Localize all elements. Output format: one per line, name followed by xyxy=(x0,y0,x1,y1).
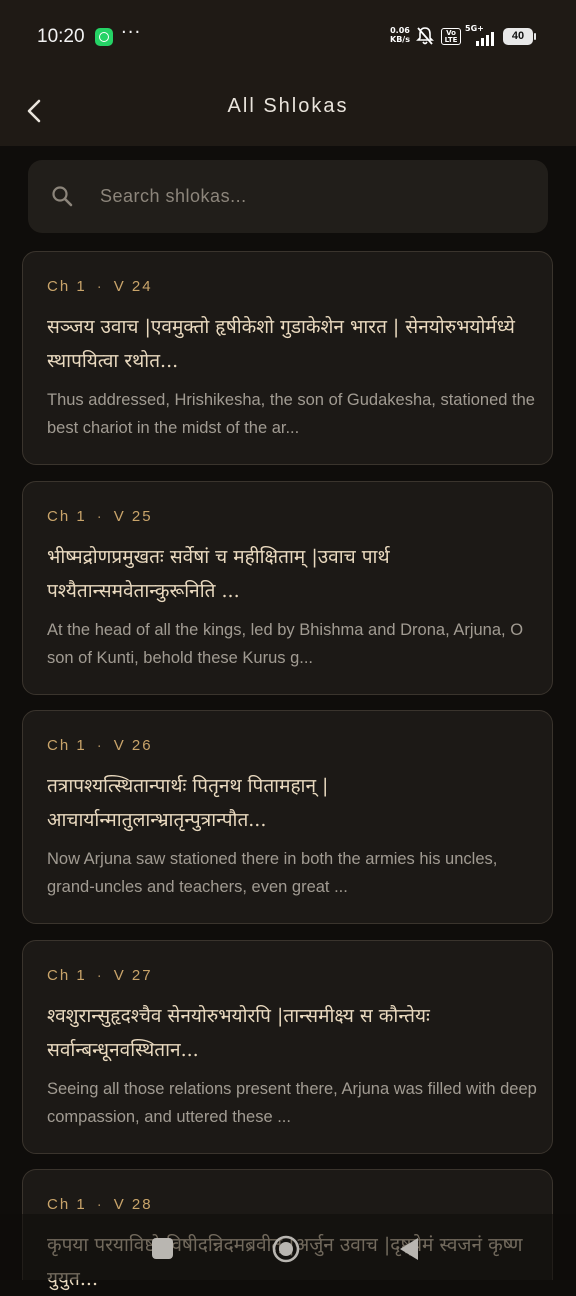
more-notifications-icon: ··· xyxy=(121,22,142,43)
chapter-label: Ch 1 xyxy=(47,737,87,754)
search-bar[interactable] xyxy=(28,160,548,233)
shloka-translation: Thus addressed, Hrishikesha, the son of … xyxy=(47,391,535,437)
home-circle-icon[interactable] xyxy=(271,1234,301,1264)
shloka-translation: Now Arjuna saw stationed there in both t… xyxy=(47,850,498,896)
network-speed: 0.06 KB/s xyxy=(390,26,410,44)
shloka-sanskrit: भीष्मद्रोणप्रमुखतः सर्वेषां च महीक्षिताम… xyxy=(47,546,390,602)
app-bar: All Shlokas xyxy=(0,74,576,146)
verse-label: V 26 xyxy=(113,737,153,754)
page-title: All Shlokas xyxy=(227,95,349,117)
shloka-card[interactable]: Ch 1 · V 26 तत्रापश्यत्स्थितान्पार्थः पितृ… xyxy=(22,710,553,924)
shloka-card[interactable]: Ch 1 · V 27 श्वशुरान्सुहृदश्चैव सेनयोरुभयो… xyxy=(22,940,553,1154)
bell-muted-icon xyxy=(416,27,434,45)
shloka-sanskrit: तत्रापश्यत्स्थितान्पार्थः पितृनथ पितामहा… xyxy=(47,775,329,831)
search-input[interactable] xyxy=(100,160,520,233)
shloka-card[interactable]: Ch 1 · V 25 भीष्मद्रोणप्रमुखतः सर्वेषां च … xyxy=(22,481,553,695)
volte-icon: Vo LTE xyxy=(441,28,461,45)
chapter-label: Ch 1 xyxy=(47,278,87,295)
shloka-sanskrit: श्वशुरान्सुहृदश्चैव सेनयोरुभयोरपि |तान्स… xyxy=(47,1005,430,1061)
chapter-label: Ch 1 xyxy=(47,1196,87,1213)
status-time: 10:20 xyxy=(37,26,85,47)
shloka-reference: Ch 1 · V 25 xyxy=(47,508,153,525)
whatsapp-icon xyxy=(95,28,113,46)
battery-icon: 40 xyxy=(503,28,536,45)
shloka-card[interactable]: Ch 1 · V 24 सञ्जय उवाच |एवमुक्तो हृषीकेशो … xyxy=(22,251,553,465)
verse-label: V 28 xyxy=(113,1196,153,1213)
shloka-translation: Seeing all those relations present there… xyxy=(47,1080,537,1126)
network-speed-value: 0.06 xyxy=(390,26,410,35)
shloka-reference: Ch 1 · V 24 xyxy=(47,278,153,295)
signal-icon xyxy=(476,32,494,46)
verse-label: V 24 xyxy=(113,278,153,295)
shloka-translation: At the head of all the kings, led by Bhi… xyxy=(47,621,524,667)
network-speed-unit: KB/s xyxy=(390,35,410,44)
shloka-sanskrit: सञ्जय उवाच |एवमुक्तो हृषीकेशो गुडाकेशेन … xyxy=(47,316,515,372)
verse-label: V 27 xyxy=(113,967,153,984)
status-bar: 10:20 ··· 0.06 KB/s Vo LTE 5G+ 40 xyxy=(0,0,576,74)
chapter-label: Ch 1 xyxy=(47,508,87,525)
shloka-reference: Ch 1 · V 28 xyxy=(47,1196,153,1213)
system-nav-bar xyxy=(0,1214,576,1280)
verse-label: V 25 xyxy=(113,508,153,525)
back-triangle-icon[interactable] xyxy=(397,1236,421,1262)
shloka-reference: Ch 1 · V 26 xyxy=(47,737,153,754)
search-icon xyxy=(52,186,73,207)
chapter-label: Ch 1 xyxy=(47,967,87,984)
shloka-reference: Ch 1 · V 27 xyxy=(47,967,153,984)
recents-square-icon[interactable] xyxy=(152,1238,173,1259)
